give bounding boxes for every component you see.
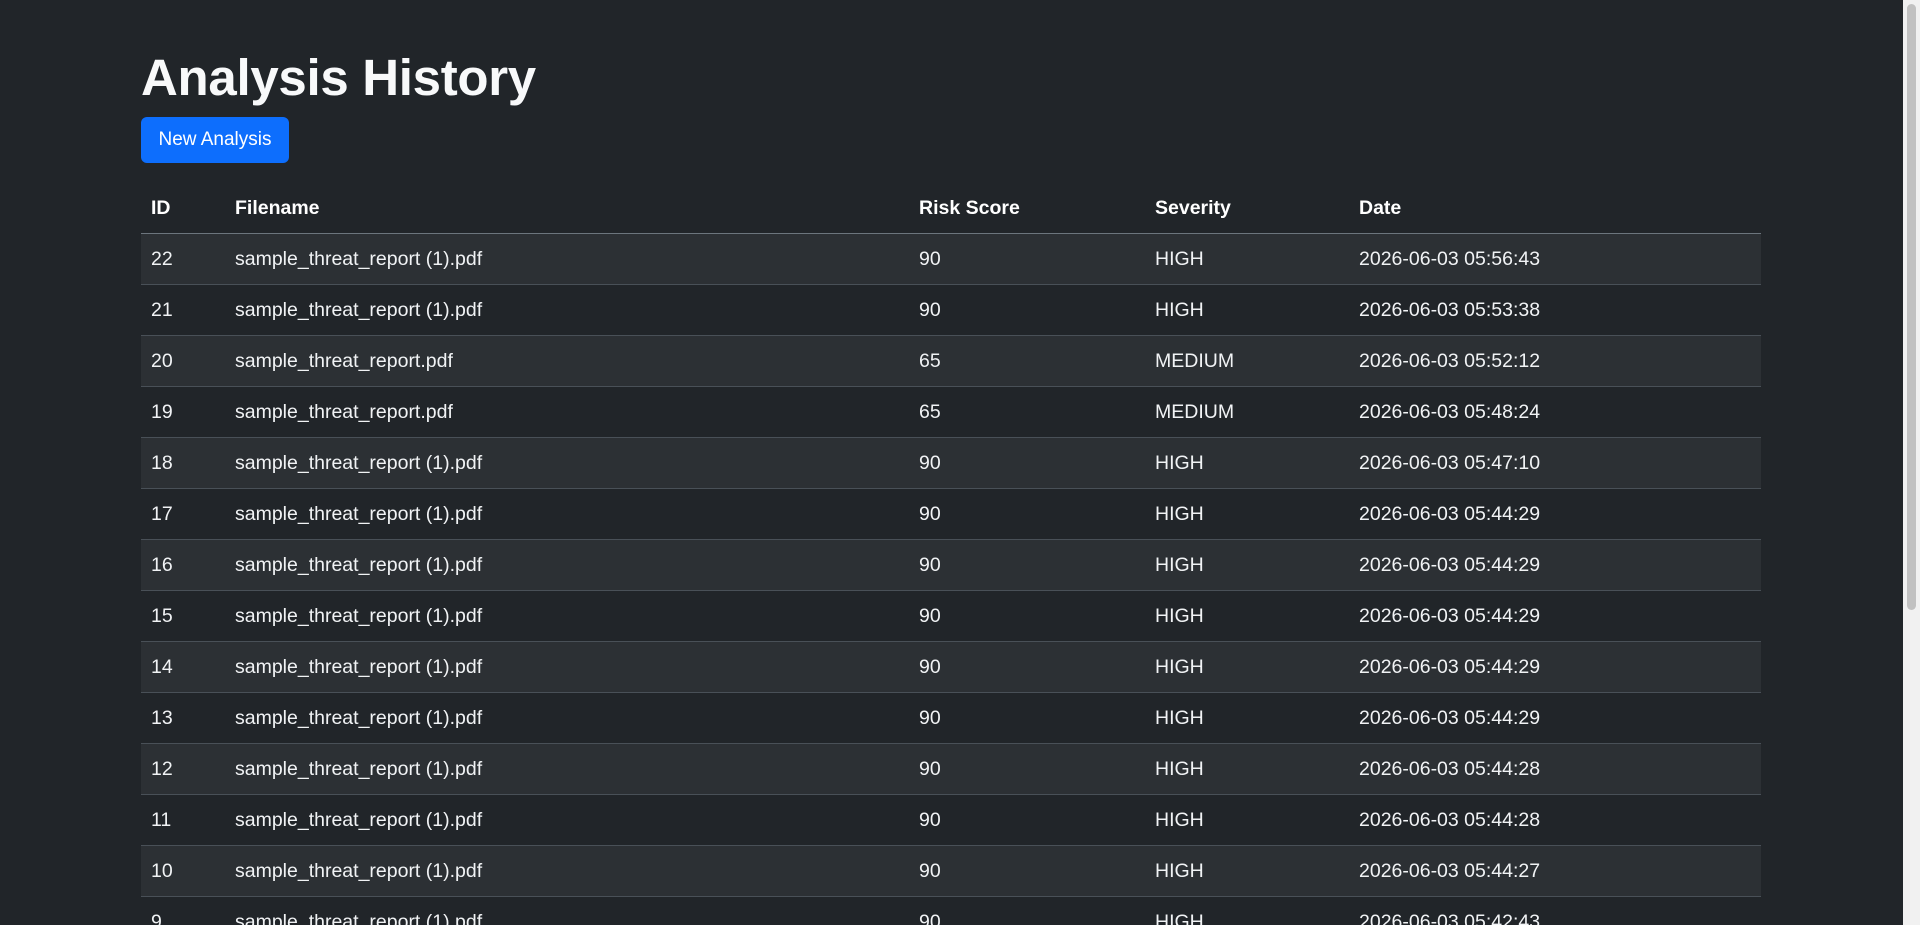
cell-date: 2026-06-03 05:48:24 (1349, 386, 1761, 438)
cell-id: 17 (141, 488, 225, 540)
cell-filename: sample_threat_report (1).pdf (225, 794, 909, 846)
table-row: 12 sample_threat_report (1).pdf 90 HIGH 2026… (141, 743, 1761, 795)
cell-date: 2026-06-03 05:44:29 (1349, 590, 1761, 642)
cell-filename: sample_threat_report (1).pdf (225, 233, 909, 285)
cell-risk-score: 90 (909, 845, 1145, 897)
cell-id: 11 (141, 794, 225, 846)
cell-filename: sample_threat_report (1).pdf (225, 641, 909, 693)
table-body: 22 sample_threat_report (1).pdf 90 HIGH 2026… (141, 233, 1761, 925)
page-viewport: Analysis History New Analysis ID Filenam… (0, 0, 1920, 925)
table-header: ID Filename Risk Score Severity Date (141, 183, 1761, 234)
table-row: 19 sample_threat_report.pdf 65 MEDIUM 2026-0… (141, 386, 1761, 438)
header-risk-score: Risk Score (909, 183, 1145, 234)
cell-risk-score: 90 (909, 743, 1145, 795)
cell-id: 18 (141, 437, 225, 489)
cell-risk-score: 90 (909, 437, 1145, 489)
cell-severity: HIGH (1145, 437, 1349, 489)
scrollbar-thumb[interactable] (1907, 4, 1916, 610)
cell-filename: sample_threat_report (1).pdf (225, 488, 909, 540)
cell-severity: HIGH (1145, 692, 1349, 744)
cell-risk-score: 65 (909, 335, 1145, 387)
cell-id: 16 (141, 539, 225, 591)
cell-id: 22 (141, 233, 225, 285)
cell-severity: MEDIUM (1145, 386, 1349, 438)
new-analysis-button[interactable]: New Analysis (141, 117, 289, 163)
cell-risk-score: 90 (909, 641, 1145, 693)
cell-id: 19 (141, 386, 225, 438)
cell-filename: sample_threat_report (1).pdf (225, 437, 909, 489)
table-header-row: ID Filename Risk Score Severity Date (141, 183, 1761, 234)
cell-id: 15 (141, 590, 225, 642)
cell-filename: sample_threat_report (1).pdf (225, 539, 909, 591)
table-row: 10 sample_threat_report (1).pdf 90 HIGH 2026… (141, 845, 1761, 897)
cell-filename: sample_threat_report (1).pdf (225, 692, 909, 744)
cell-id: 20 (141, 335, 225, 387)
cell-filename: sample_threat_report.pdf (225, 386, 909, 438)
cell-id: 21 (141, 284, 225, 336)
cell-filename: sample_threat_report (1).pdf (225, 845, 909, 897)
cell-filename: sample_threat_report (1).pdf (225, 743, 909, 795)
cell-date: 2026-06-03 05:44:29 (1349, 488, 1761, 540)
cell-severity: HIGH (1145, 488, 1349, 540)
cell-id: 12 (141, 743, 225, 795)
table-row: 16 sample_threat_report (1).pdf 90 HIGH 2026… (141, 539, 1761, 591)
cell-severity: HIGH (1145, 641, 1349, 693)
table-row: 18 sample_threat_report (1).pdf 90 HIGH 2026… (141, 437, 1761, 489)
cell-id: 9 (141, 896, 225, 925)
table-row: 15 sample_threat_report (1).pdf 90 HIGH 2026… (141, 590, 1761, 642)
cell-date: 2026-06-03 05:42:43 (1349, 896, 1761, 925)
cell-risk-score: 90 (909, 488, 1145, 540)
cell-severity: HIGH (1145, 590, 1349, 642)
cell-risk-score: 90 (909, 590, 1145, 642)
cell-severity: HIGH (1145, 794, 1349, 846)
table-row: 22 sample_threat_report (1).pdf 90 HIGH 2026… (141, 233, 1761, 285)
cell-severity: MEDIUM (1145, 335, 1349, 387)
cell-date: 2026-06-03 05:44:29 (1349, 692, 1761, 744)
cell-date: 2026-06-03 05:52:12 (1349, 335, 1761, 387)
cell-severity: HIGH (1145, 845, 1349, 897)
cell-severity: HIGH (1145, 539, 1349, 591)
cell-date: 2026-06-03 05:56:43 (1349, 233, 1761, 285)
table-row: 13 sample_threat_report (1).pdf 90 HIGH 2026… (141, 692, 1761, 744)
cell-severity: HIGH (1145, 284, 1349, 336)
header-severity: Severity (1145, 183, 1349, 234)
cell-filename: sample_threat_report (1).pdf (225, 896, 909, 925)
cell-filename: sample_threat_report.pdf (225, 335, 909, 387)
cell-date: 2026-06-03 05:44:29 (1349, 539, 1761, 591)
cell-id: 10 (141, 845, 225, 897)
cell-severity: HIGH (1145, 233, 1349, 285)
cell-risk-score: 90 (909, 692, 1145, 744)
cell-risk-score: 90 (909, 539, 1145, 591)
analysis-history-table: ID Filename Risk Score Severity Date 22 s… (141, 183, 1761, 925)
cell-filename: sample_threat_report (1).pdf (225, 284, 909, 336)
table-row: 20 sample_threat_report.pdf 65 MEDIUM 2026-0… (141, 335, 1761, 387)
cell-id: 14 (141, 641, 225, 693)
cell-risk-score: 90 (909, 284, 1145, 336)
table-row: 17 sample_threat_report (1).pdf 90 HIGH 2026… (141, 488, 1761, 540)
cell-severity: HIGH (1145, 896, 1349, 925)
cell-risk-score: 90 (909, 794, 1145, 846)
cell-filename: sample_threat_report (1).pdf (225, 590, 909, 642)
cell-date: 2026-06-03 05:44:28 (1349, 743, 1761, 795)
page-title: Analysis History (141, 49, 536, 106)
cell-date: 2026-06-03 05:44:28 (1349, 794, 1761, 846)
vertical-scrollbar[interactable] (1903, 0, 1920, 925)
cell-date: 2026-06-03 05:44:29 (1349, 641, 1761, 693)
header-id: ID (141, 183, 225, 234)
cell-date: 2026-06-03 05:53:38 (1349, 284, 1761, 336)
cell-date: 2026-06-03 05:44:27 (1349, 845, 1761, 897)
cell-risk-score: 90 (909, 896, 1145, 925)
table-row: 9 sample_threat_report (1).pdf 90 HIGH 2026-… (141, 896, 1761, 925)
table-row: 21 sample_threat_report (1).pdf 90 HIGH 2026… (141, 284, 1761, 336)
header-date: Date (1349, 183, 1761, 234)
cell-severity: HIGH (1145, 743, 1349, 795)
table-row: 14 sample_threat_report (1).pdf 90 HIGH 2026… (141, 641, 1761, 693)
cell-id: 13 (141, 692, 225, 744)
cell-date: 2026-06-03 05:47:10 (1349, 437, 1761, 489)
header-filename: Filename (225, 183, 909, 234)
table-row: 11 sample_threat_report (1).pdf 90 HIGH 2026… (141, 794, 1761, 846)
cell-risk-score: 65 (909, 386, 1145, 438)
cell-risk-score: 90 (909, 233, 1145, 285)
